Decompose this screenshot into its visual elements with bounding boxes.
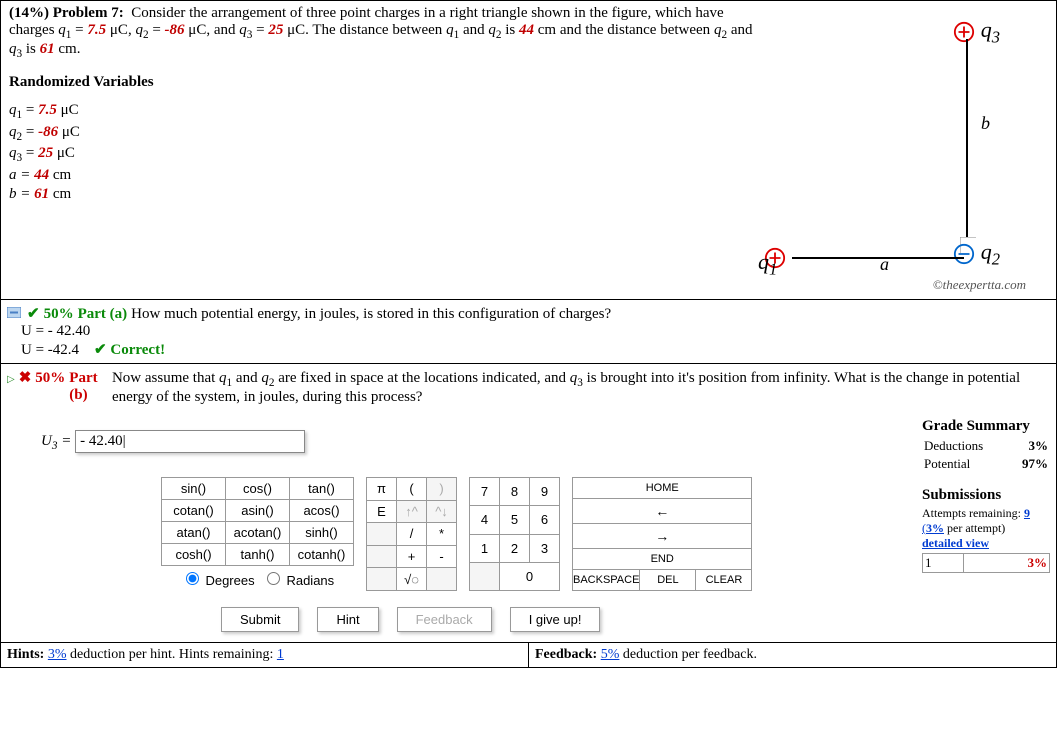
- kp-home[interactable]: HOME: [573, 478, 752, 499]
- deductions-label: Deductions: [922, 437, 1009, 455]
- kp-minus[interactable]: -: [427, 545, 457, 568]
- per-attempt-note: (3% per attempt): [922, 521, 1050, 536]
- check-icon: ✔: [94, 342, 107, 358]
- side-b-label: b: [981, 113, 990, 134]
- submission-1-value: 3%: [963, 554, 1049, 573]
- side-a-line: [792, 257, 964, 259]
- kp-blank: [427, 568, 457, 591]
- kp-9[interactable]: 9: [530, 478, 560, 506]
- triangle-figure: q3 b q2 a q1: [768, 5, 1036, 275]
- kp-6[interactable]: 6: [530, 506, 560, 534]
- problem-label: Problem 7:: [53, 5, 124, 21]
- detailed-view-link[interactable]: detailed view: [922, 536, 1050, 551]
- kp-div[interactable]: /: [397, 523, 427, 546]
- kp-E[interactable]: E: [367, 500, 397, 523]
- part-b-weight: 50%: [35, 370, 65, 387]
- kp-cosh[interactable]: cosh(): [162, 544, 226, 566]
- check-icon: ✔: [27, 304, 40, 323]
- answer-input[interactable]: - 42.40|: [75, 430, 305, 453]
- submit-button[interactable]: Submit: [221, 607, 299, 632]
- kp-del[interactable]: DEL: [640, 570, 696, 591]
- negative-charge-icon: [953, 243, 975, 265]
- part-a-block: ✔ 50% Part (a) How much potential energy…: [1, 299, 1056, 363]
- kp-mul[interactable]: *: [427, 523, 457, 546]
- variable-q2: q2 = -86 μC: [9, 123, 760, 145]
- kp-blank: [367, 568, 397, 591]
- kp-1[interactable]: 1: [470, 534, 500, 562]
- kp-up: ↑^: [397, 500, 427, 523]
- kp-cos[interactable]: cos(): [226, 478, 290, 500]
- kp-acos[interactable]: acos(): [290, 500, 354, 522]
- potential-value: 97%: [1009, 455, 1050, 473]
- giveup-button[interactable]: I give up!: [510, 607, 601, 632]
- part-a-answer-1: U = - 42.40: [7, 323, 1050, 340]
- kp-cotanh[interactable]: cotanh(): [290, 544, 354, 566]
- feedback-button: Feedback: [397, 607, 492, 632]
- kp-3[interactable]: 3: [530, 534, 560, 562]
- part-b-title: Part (b): [69, 370, 108, 404]
- variable-q1: q1 = 7.5 μC: [9, 101, 760, 123]
- kp-5[interactable]: 5: [500, 506, 530, 534]
- submissions-heading: Submissions: [922, 487, 1050, 506]
- kp-acotan[interactable]: acotan(): [226, 522, 290, 544]
- potential-label: Potential: [922, 455, 1009, 473]
- collapse-icon[interactable]: [7, 307, 21, 318]
- randomized-variables-heading: Randomized Variables: [9, 60, 768, 97]
- kp-8[interactable]: 8: [500, 478, 530, 506]
- answer-var-label: U3 =: [41, 433, 75, 449]
- hints-info: Hints: 3% deduction per hint. Hints rema…: [1, 643, 529, 667]
- degrees-radio[interactable]: Degrees: [181, 573, 255, 588]
- side-a-label: a: [880, 254, 889, 275]
- kp-4[interactable]: 4: [470, 506, 500, 534]
- part-a-question: How much potential energy, in joules, is…: [131, 306, 611, 323]
- kp-rparen: ): [427, 478, 457, 501]
- deductions-value: 3%: [1009, 437, 1050, 455]
- kp-sqrt[interactable]: √◌: [397, 568, 427, 591]
- kp-left[interactable]: ←: [573, 498, 752, 523]
- grade-summary-heading: Grade Summary: [922, 418, 1050, 437]
- kp-blank: [367, 523, 397, 546]
- kp-backspace[interactable]: BACKSPACE: [573, 570, 640, 591]
- kp-sin[interactable]: sin(): [162, 478, 226, 500]
- kp-right[interactable]: →: [573, 524, 752, 549]
- hint-button[interactable]: Hint: [317, 607, 378, 632]
- correct-label: Correct!: [110, 342, 165, 358]
- math-keypad: sin()cos()tan() cotan()asin()acos() atan…: [1, 461, 916, 601]
- kp-2[interactable]: 2: [500, 534, 530, 562]
- feedback-info: Feedback: 5% deduction per feedback.: [529, 643, 1056, 667]
- expand-icon[interactable]: ▷: [7, 374, 15, 385]
- kp-cotan[interactable]: cotan(): [162, 500, 226, 522]
- kp-plus[interactable]: +: [397, 545, 427, 568]
- kp-0[interactable]: 0: [500, 562, 560, 590]
- variable-q3: q3 = 25 μC: [9, 144, 760, 166]
- variable-b: b = 61 cm: [9, 185, 760, 205]
- attempts-remaining-link[interactable]: 9: [1024, 506, 1030, 520]
- part-a-answer-2: U = -42.4: [21, 342, 79, 358]
- kp-down: ^↓: [427, 500, 457, 523]
- problem-weight: (14%): [9, 5, 49, 21]
- variable-a: a = 44 cm: [9, 166, 760, 186]
- kp-blank: [470, 562, 500, 590]
- kp-tan[interactable]: tan(): [290, 478, 354, 500]
- kp-sinh[interactable]: sinh(): [290, 522, 354, 544]
- kp-atan[interactable]: atan(): [162, 522, 226, 544]
- part-a-weight: 50%: [44, 306, 74, 323]
- kp-blank: [367, 545, 397, 568]
- kp-7[interactable]: 7: [470, 478, 500, 506]
- side-b-line: [966, 39, 968, 237]
- kp-tanh[interactable]: tanh(): [226, 544, 290, 566]
- incorrect-icon: ✖: [19, 368, 32, 387]
- submission-1-label: 1: [923, 554, 964, 573]
- part-a-title: Part (a): [78, 306, 128, 323]
- kp-pi[interactable]: π: [367, 478, 397, 501]
- positive-charge-icon: [953, 21, 975, 43]
- radians-radio[interactable]: Radians: [262, 573, 334, 588]
- figure-copyright: ©theexpertta.com: [768, 275, 1036, 297]
- kp-end[interactable]: END: [573, 549, 752, 570]
- kp-lparen[interactable]: (: [397, 478, 427, 501]
- kp-asin[interactable]: asin(): [226, 500, 290, 522]
- kp-clear[interactable]: CLEAR: [696, 570, 752, 591]
